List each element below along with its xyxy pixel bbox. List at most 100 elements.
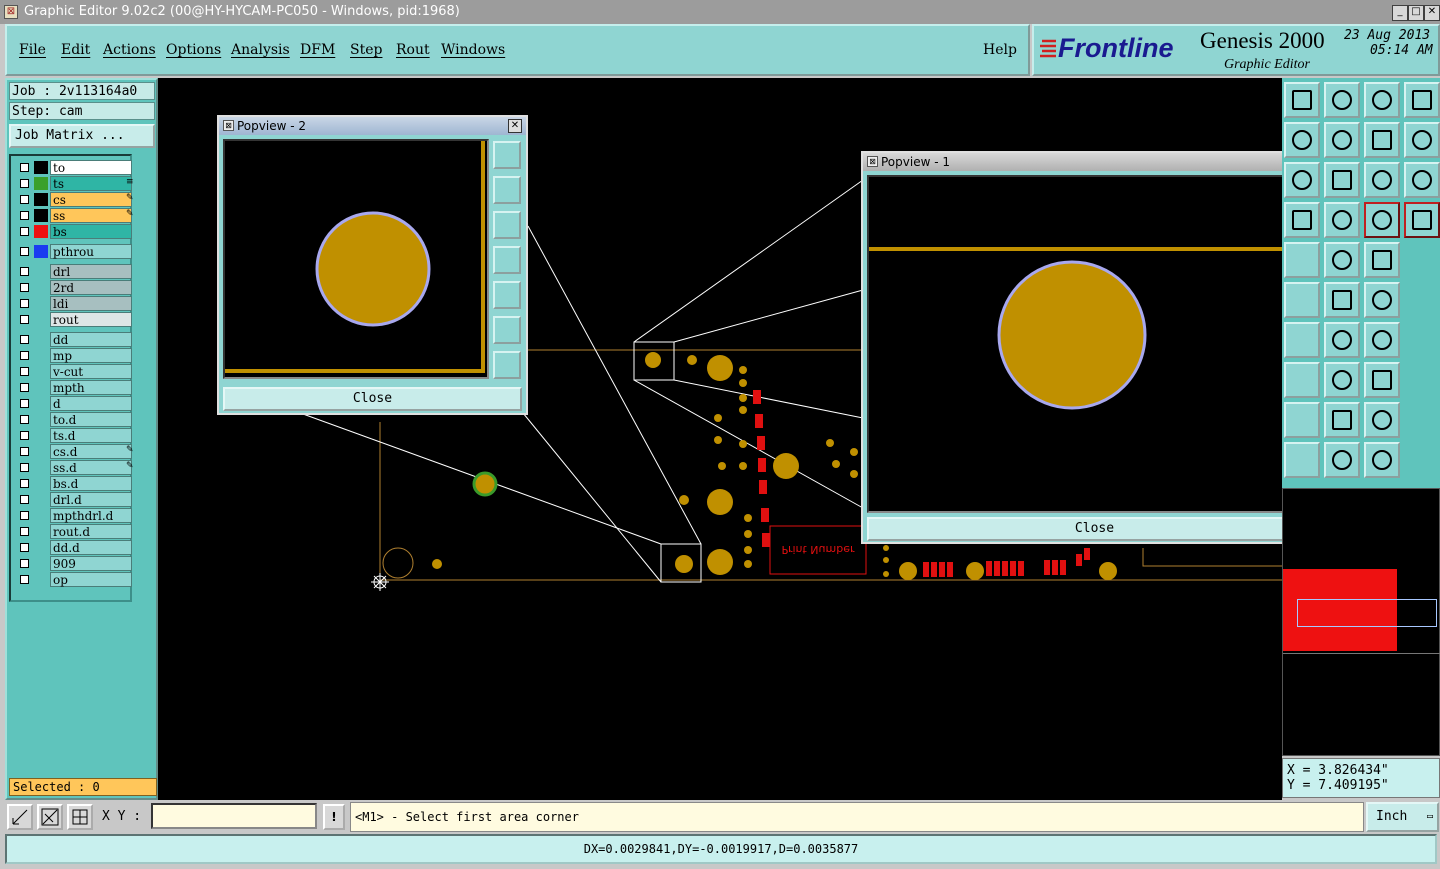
copy-button[interactable]	[1364, 282, 1400, 318]
layer-color-swatch[interactable]	[34, 413, 48, 426]
popview-2-close-button[interactable]: Close	[223, 387, 522, 411]
layer-checkbox[interactable]	[20, 527, 29, 536]
layer-row-cs[interactable]: cs ✎	[16, 192, 134, 207]
layer-color-swatch[interactable]	[34, 397, 48, 410]
resize-button[interactable]	[1324, 362, 1360, 398]
layer-name[interactable]: bs	[50, 224, 132, 239]
measure-icon[interactable]	[37, 804, 63, 830]
zoom-out-button[interactable]	[493, 351, 521, 379]
layer-checkbox[interactable]	[20, 163, 29, 172]
layer-name[interactable]: to.d	[50, 412, 132, 427]
layer-color-swatch[interactable]	[34, 525, 48, 538]
layer-color-swatch[interactable]	[34, 461, 48, 474]
pan-left-button[interactable]	[493, 246, 521, 274]
layer-color-swatch[interactable]	[34, 381, 48, 394]
layer-name[interactable]: ts	[50, 176, 132, 191]
layer-name[interactable]: ss.d	[50, 460, 132, 475]
layer-color-swatch[interactable]	[34, 265, 48, 278]
layer-color-swatch[interactable]	[34, 177, 48, 190]
layer-row-drl-d[interactable]: drl.d	[16, 492, 132, 507]
popview-2-close-icon[interactable]: ✕	[508, 119, 522, 133]
menu-rout[interactable]: Rout	[396, 42, 430, 58]
layer-checkbox[interactable]	[20, 267, 29, 276]
layer-checkbox[interactable]	[20, 543, 29, 552]
triangle-up-button[interactable]	[1324, 402, 1360, 438]
flip-button[interactable]	[1364, 322, 1400, 358]
layer-checkbox[interactable]	[20, 211, 29, 220]
layer-color-swatch[interactable]	[34, 193, 48, 206]
units-select[interactable]: Inch ▭	[1366, 802, 1439, 832]
alert-icon[interactable]: !	[323, 804, 345, 830]
layer-name[interactable]: 2rd	[50, 280, 132, 295]
layer-row-op[interactable]: op	[16, 572, 132, 587]
layer-row-mp[interactable]: mp	[16, 348, 132, 363]
layer-row-v-cut[interactable]: v-cut	[16, 364, 132, 379]
layer-checkbox[interactable]	[20, 335, 29, 344]
triangle-edit-button[interactable]	[1364, 402, 1400, 438]
menu-dfm[interactable]: DFM	[300, 42, 335, 58]
menu-help[interactable]: Help	[983, 42, 1017, 58]
layer-color-swatch[interactable]	[34, 509, 48, 522]
snap-center-button[interactable]	[1364, 202, 1400, 238]
layer-color-swatch[interactable]	[34, 333, 48, 346]
layer-name[interactable]: to	[50, 160, 132, 175]
popview-1-canvas[interactable]	[867, 175, 1289, 513]
layer-checkbox[interactable]	[20, 299, 29, 308]
pan-up-button[interactable]	[493, 176, 521, 204]
layer-name[interactable]: op	[50, 572, 132, 587]
layer-checkbox[interactable]	[20, 447, 29, 456]
zoom-fit-button[interactable]	[493, 141, 521, 169]
grid-toggle-button[interactable]	[1284, 202, 1320, 238]
scale-1-2-button[interactable]	[1364, 162, 1400, 198]
layer-row-cs-d[interactable]: cs.d ✎	[16, 444, 134, 459]
layer-name[interactable]: bs.d	[50, 476, 132, 491]
layer-checkbox[interactable]	[20, 495, 29, 504]
layer-checkbox[interactable]	[20, 227, 29, 236]
layer-checkbox[interactable]	[20, 315, 29, 324]
job-matrix-button[interactable]: Job Matrix ...	[9, 124, 155, 148]
layer-row-rout-d[interactable]: rout.d	[16, 524, 132, 539]
tool-button[interactable]	[1284, 362, 1320, 398]
layer-row-ss[interactable]: ss ✎	[16, 208, 134, 223]
pan-down-button[interactable]	[493, 211, 521, 239]
layer-row-d[interactable]: d	[16, 396, 132, 411]
layer-color-swatch[interactable]	[34, 281, 48, 294]
layer-row-ts-d[interactable]: ts.d	[16, 428, 132, 443]
undo-button[interactable]	[1364, 122, 1400, 158]
layer-checkbox[interactable]	[20, 575, 29, 584]
layer-name[interactable]: ldi	[50, 296, 132, 311]
shape-button[interactable]	[1364, 362, 1400, 398]
layer-name[interactable]: dd.d	[50, 540, 132, 555]
layer-row-ts[interactable]: ts ≡	[16, 176, 134, 191]
layer-color-swatch[interactable]	[34, 557, 48, 570]
layer-checkbox[interactable]	[20, 479, 29, 488]
popview-2-titlebar[interactable]: ⊠ Popview - 2 ✕	[219, 117, 526, 135]
help-button[interactable]	[1404, 162, 1440, 198]
tool-button[interactable]	[1284, 282, 1320, 318]
layer-name[interactable]: 909	[50, 556, 132, 571]
grid-icon[interactable]	[67, 804, 93, 830]
minimize-button[interactable]: _	[1392, 5, 1408, 21]
maximize-button[interactable]: □	[1408, 5, 1424, 21]
zoom-home-button[interactable]	[1324, 162, 1360, 198]
tool-button[interactable]	[1284, 402, 1320, 438]
layer-name[interactable]: mp	[50, 348, 132, 363]
layer-row-2rd[interactable]: 2rd	[16, 280, 132, 295]
layer-color-swatch[interactable]	[34, 161, 48, 174]
menu-windows[interactable]: Windows	[441, 42, 505, 58]
layer-row-mpth[interactable]: mpth	[16, 380, 132, 395]
layer-checkbox[interactable]	[20, 383, 29, 392]
save-button[interactable]	[1324, 82, 1360, 118]
layer-row-ss-d[interactable]: ss.d ✎	[16, 460, 134, 475]
layer-name[interactable]: ss	[50, 208, 132, 223]
tool-button[interactable]	[1284, 242, 1320, 278]
layer-row-dd-d[interactable]: dd.d	[16, 540, 132, 555]
layer-color-swatch[interactable]	[34, 429, 48, 442]
layer-color-swatch[interactable]	[34, 313, 48, 326]
layer-row-drl[interactable]: drl	[16, 264, 132, 279]
snap-icon[interactable]	[7, 804, 33, 830]
close-window-button[interactable]: ✕	[1424, 5, 1440, 21]
home-button[interactable]	[1364, 82, 1400, 118]
rout-s-button[interactable]	[1404, 122, 1440, 158]
layer-checkbox[interactable]	[20, 367, 29, 376]
